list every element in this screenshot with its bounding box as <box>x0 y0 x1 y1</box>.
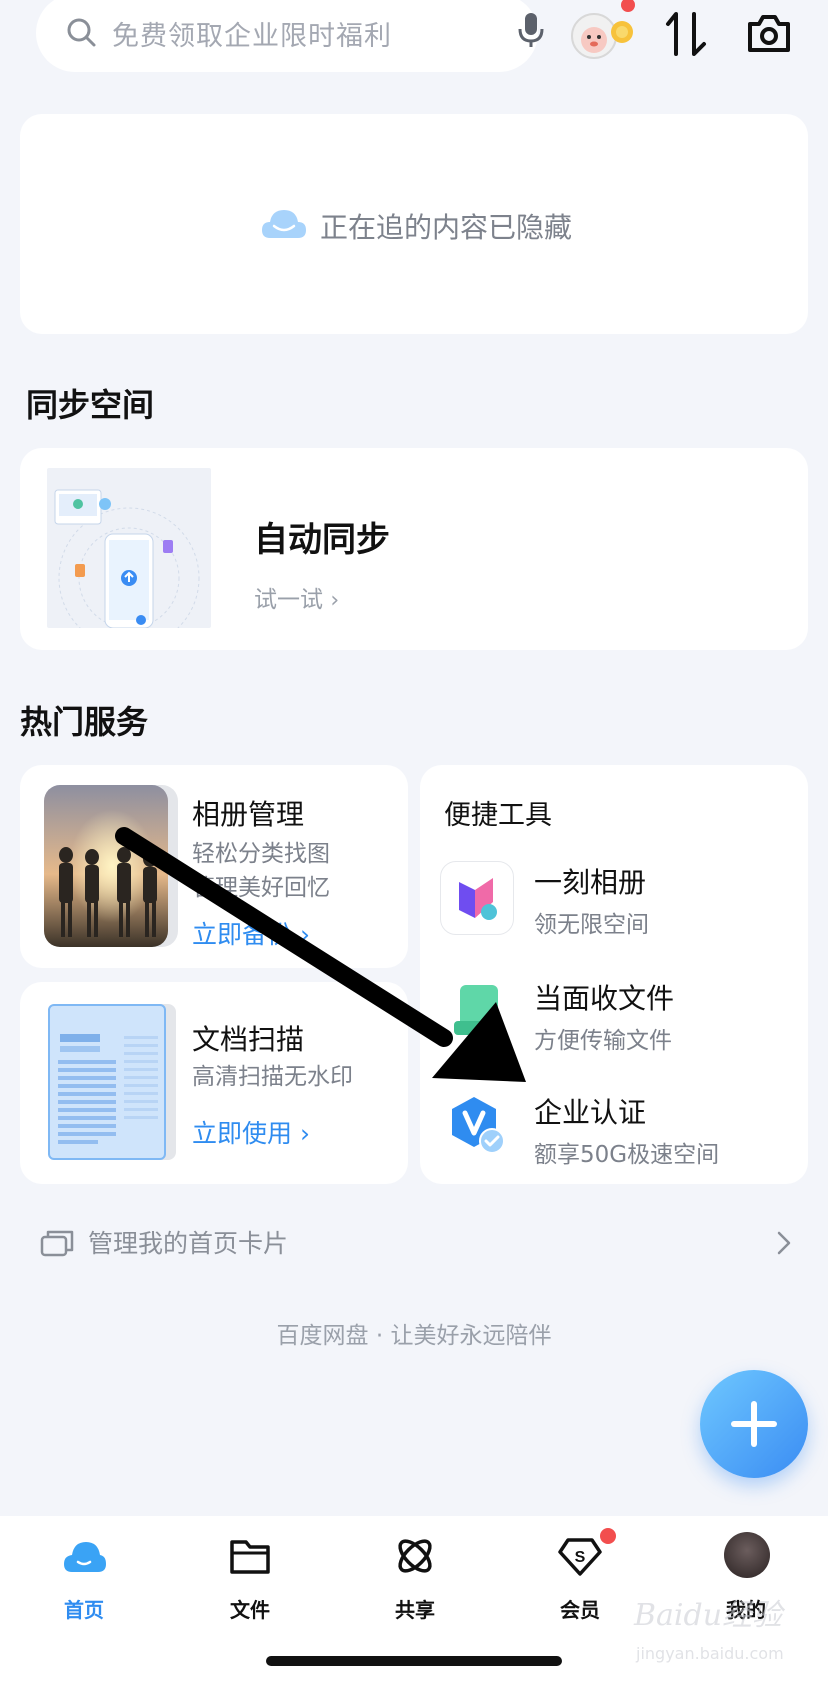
album-management-card[interactable]: 相册管理 轻松分类找图 管理美好回忆 立即备份 › <box>20 765 408 968</box>
nav-label-vip: 会员 <box>560 1598 600 1622</box>
quick-tools-title: 便捷工具 <box>444 800 552 831</box>
nav-item-share[interactable]: 共享 <box>355 1534 475 1634</box>
services-section-title: 热门服务 <box>20 703 149 741</box>
scan-use-label: 立即使用 <box>192 1119 293 1148</box>
scan-use-link[interactable]: 立即使用 › <box>192 1114 310 1150</box>
sync-section-title: 同步空间 <box>26 386 155 424</box>
receive-files-desc: 方便传输文件 <box>534 1028 672 1054</box>
sync-illustration <box>47 468 211 628</box>
receive-files-icon <box>440 977 514 1051</box>
mascot-icon[interactable] <box>566 6 638 62</box>
yike-album-icon <box>440 861 514 935</box>
nav-item-vip[interactable]: S 会员 <box>520 1528 640 1634</box>
cloud-eye-icon <box>262 210 306 238</box>
nav-label-home: 首页 <box>64 1598 104 1622</box>
quick-tools-card: 便捷工具 一刻相册 领无限空间 当面收文件 方便传输文件 企业认证 额享50G极… <box>420 765 808 1184</box>
transfer-icon[interactable] <box>664 10 708 58</box>
tool-item-enterprise-cert[interactable]: 企业认证 额享50G极速空间 <box>420 1091 808 1181</box>
album-backup-link[interactable]: 立即备份 › <box>192 915 310 951</box>
manage-home-cards-label: 管理我的首页卡片 <box>88 1229 289 1258</box>
home-indicator <box>266 1656 562 1666</box>
share-atom-icon <box>398 1539 432 1573</box>
auto-sync-title: 自动同步 <box>254 520 390 560</box>
hidden-content-text: 正在追的内容已隐藏 <box>320 211 573 244</box>
document-scan-card[interactable]: 文档扫描 高清扫描无水印 立即使用 › <box>20 982 408 1184</box>
svg-text:S: S <box>575 1549 586 1566</box>
nav-label-share: 共享 <box>395 1598 435 1622</box>
album-title: 相册管理 <box>192 798 305 831</box>
yike-album-desc: 领无限空间 <box>534 912 649 938</box>
auto-sync-card[interactable]: 自动同步 试一试 › <box>20 448 808 650</box>
watermark-text: Baidu经验 <box>634 1598 783 1633</box>
auto-sync-try-link[interactable]: 试一试 › <box>254 580 339 614</box>
chevron-right-icon <box>777 1231 791 1255</box>
folder-icon <box>230 1540 270 1574</box>
auto-sync-try-label: 试一试 <box>254 587 323 613</box>
search-bar[interactable]: 免费领取企业限时福利 <box>36 0 544 72</box>
album-backup-label: 立即备份 <box>192 920 293 949</box>
receive-files-name: 当面收文件 <box>534 982 675 1015</box>
notification-dot <box>600 1528 616 1544</box>
slogan-text: 百度网盘 · 让美好永远陪伴 <box>276 1323 552 1349</box>
scan-title: 文档扫描 <box>192 1023 305 1056</box>
plus-icon <box>731 1401 777 1447</box>
enterprise-cert-icon <box>440 1091 514 1165</box>
manage-home-cards-row[interactable]: 管理我的首页卡片 <box>36 1222 792 1266</box>
chevron-right-icon: › <box>299 920 310 949</box>
camera-icon[interactable] <box>746 12 792 54</box>
scan-subtitle: 高清扫描无水印 <box>192 1064 353 1090</box>
search-icon <box>67 18 96 47</box>
enterprise-cert-name: 企业认证 <box>534 1096 647 1129</box>
microphone-icon[interactable] <box>516 11 546 49</box>
chevron-right-icon: › <box>299 1119 310 1148</box>
album-thumbnail <box>44 785 168 947</box>
watermark: Baidu经验 jingyan.baidu.com <box>630 1584 820 1674</box>
tool-item-receive-files[interactable]: 当面收文件 方便传输文件 <box>420 977 808 1067</box>
avatar <box>724 1532 770 1578</box>
tool-item-yike-album[interactable]: 一刻相册 领无限空间 <box>420 861 808 951</box>
enterprise-cert-desc: 额享50G极速空间 <box>534 1142 720 1168</box>
album-subtitle-2: 管理美好回忆 <box>192 875 330 901</box>
nav-item-files[interactable]: 文件 <box>190 1534 310 1634</box>
cards-icon <box>40 1230 74 1257</box>
watermark-url: jingyan.baidu.com <box>636 1644 784 1663</box>
cloud-home-icon <box>64 1542 106 1572</box>
document-thumbnail <box>48 1004 166 1160</box>
sync-illustration-graphic <box>54 489 200 628</box>
vip-diamond-icon: S <box>558 1538 602 1576</box>
nav-item-home[interactable]: 首页 <box>24 1534 144 1634</box>
nav-label-files: 文件 <box>230 1598 270 1622</box>
chevron-right-icon: › <box>330 588 340 613</box>
album-subtitle-1: 轻松分类找图 <box>192 841 330 867</box>
yike-album-name: 一刻相册 <box>534 866 647 899</box>
add-fab-button[interactable] <box>700 1370 808 1478</box>
search-placeholder: 免费领取企业限时福利 <box>112 21 392 52</box>
hidden-content-card[interactable]: 正在追的内容已隐藏 <box>20 114 808 334</box>
